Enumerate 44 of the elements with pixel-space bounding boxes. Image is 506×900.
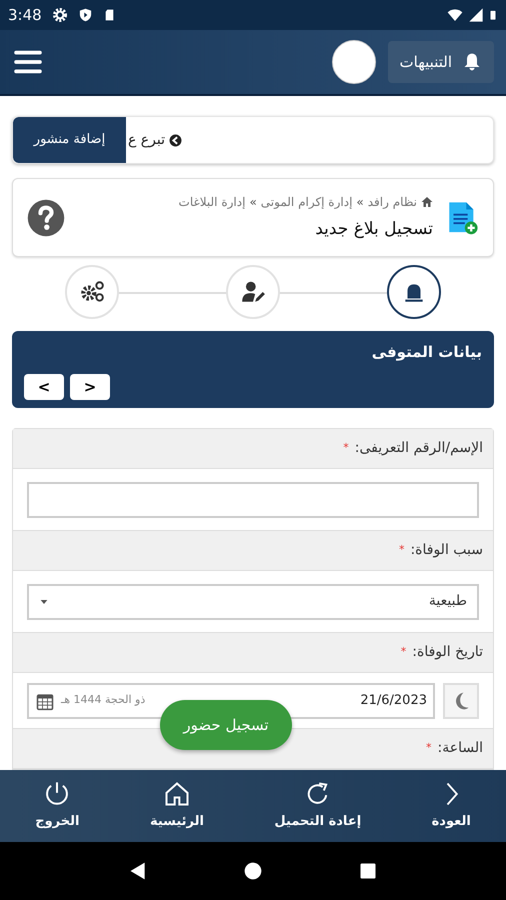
cause-select-field[interactable]: طبيعية bbox=[27, 584, 479, 620]
recents-square-icon[interactable] bbox=[358, 861, 378, 881]
add-post-button[interactable]: إضافة منشور bbox=[13, 117, 126, 164]
check-in-button[interactable]: تسجيل حضور bbox=[160, 700, 292, 750]
nav-button[interactable]: الرئيسية bbox=[144, 780, 210, 832]
required-mark: * bbox=[400, 644, 406, 660]
avatar[interactable] bbox=[332, 40, 376, 84]
help-icon bbox=[27, 198, 65, 237]
signal-icon bbox=[468, 7, 484, 23]
home-circle-icon[interactable] bbox=[242, 861, 263, 881]
wifi-icon bbox=[446, 7, 464, 23]
home-icon bbox=[421, 196, 433, 208]
ticker-text: تبرع ع bbox=[128, 130, 166, 150]
field-label: سبب الوفاة: bbox=[410, 541, 483, 560]
hijri-date: ذو الحجة 1444 هـ bbox=[61, 692, 146, 708]
field-label: الإسم/الرقم التعريفى: bbox=[354, 439, 483, 458]
nav-button[interactable]: إعادة التحميل bbox=[268, 780, 368, 832]
breadcrumb-separator: » bbox=[356, 194, 364, 211]
notifications-button[interactable]: التنبيهات bbox=[388, 41, 494, 83]
required-mark: * bbox=[398, 542, 404, 558]
shield-icon bbox=[78, 7, 93, 23]
field-label: تاريخ الوفاة: bbox=[412, 643, 483, 662]
name-input-field[interactable] bbox=[27, 482, 479, 518]
section-title: بيانات المتوفى bbox=[370, 342, 482, 364]
bell-icon bbox=[462, 51, 482, 73]
dropdown-caret-icon bbox=[39, 598, 49, 606]
field-label: الساعة: bbox=[438, 739, 483, 758]
nav-button[interactable]: الخروج bbox=[29, 780, 86, 832]
breadcrumb-link[interactable]: إدارة إكرام الموتى bbox=[260, 192, 352, 211]
next-button[interactable]: > bbox=[70, 374, 110, 400]
nav-button[interactable]: العودة bbox=[426, 780, 477, 832]
breadcrumb-separator: » bbox=[249, 194, 257, 211]
home-icon bbox=[162, 780, 191, 808]
arrow-circle-icon bbox=[169, 134, 182, 147]
previous-button[interactable]: < bbox=[24, 374, 64, 400]
page-title: تسجيل بلاغ جديد bbox=[314, 218, 433, 241]
required-mark: * bbox=[343, 440, 349, 456]
sd-card-icon bbox=[102, 7, 116, 23]
hijri-toggle-button[interactable] bbox=[443, 682, 479, 718]
gear-icon bbox=[52, 7, 68, 23]
required-mark: * bbox=[426, 740, 432, 756]
status-time: 3:48 bbox=[8, 4, 42, 26]
breadcrumb-link[interactable]: نظام رافد bbox=[368, 192, 417, 211]
breadcrumb-link[interactable]: إدارة البلاغات bbox=[178, 192, 246, 211]
